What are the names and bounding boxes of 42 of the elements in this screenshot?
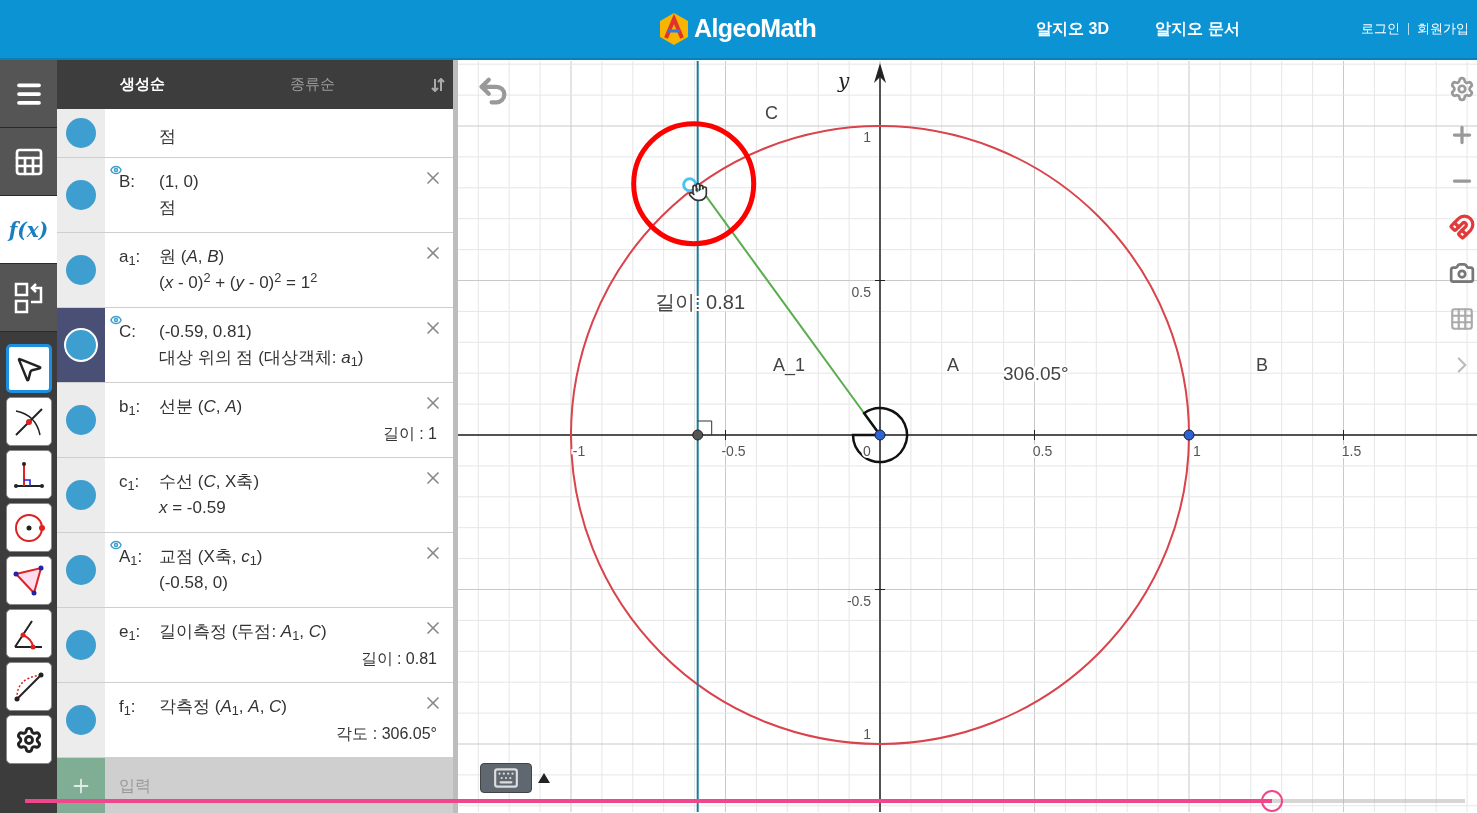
tick-label: 0.5	[1032, 443, 1053, 459]
object-label: C:	[119, 321, 137, 343]
tick-label: -0.5	[846, 592, 871, 609]
tick-label: 1.5	[1341, 443, 1362, 459]
tick-label: 1	[863, 726, 871, 742]
point-label: A_1	[773, 355, 806, 375]
tick-label: 1	[863, 129, 871, 145]
object-value: 길이 : 0.81	[360, 649, 437, 669]
object-label: e$_{1}$:	[119, 621, 142, 644]
object-value: 대상 위의 점 (대상객체: a$_{1}$)	[159, 348, 364, 367]
object-definition: 길이측정 (두점: A$_{1}$, C)	[159, 621, 327, 644]
tick-label: 0	[863, 443, 871, 459]
tick-label: 1	[1193, 443, 1201, 459]
measurement-label: 306.05°	[1003, 363, 1069, 384]
object-label: b$_{1}$:	[119, 396, 142, 419]
object-definition: 선분 (C, A)	[159, 396, 243, 418]
object-label: a$_{1}$:	[119, 246, 142, 269]
object-label: f$_{1}$:	[119, 696, 137, 719]
object-value: (x - 0)$^{2}$ + (y - 0)$^{2}$ = 1$^{2}$	[159, 273, 318, 292]
object-definition: 원 (A, B)	[159, 246, 225, 268]
object-label: B:	[119, 171, 137, 193]
tick-label: -0.5	[721, 443, 746, 459]
object-definition: 수선 (C, X축)	[159, 471, 260, 493]
object-definition: 교점 (X축, c$_{1}$)	[159, 546, 263, 569]
object-value: x = -0.59	[159, 498, 226, 517]
point-label: A	[947, 355, 959, 375]
object-definition: (-0.59, 0.81)	[159, 321, 252, 343]
object-value: 각도 : 306.05°	[336, 724, 437, 744]
object-label: A$_{1}$:	[119, 546, 144, 569]
axis-label: y	[838, 69, 850, 93]
point-label: C	[765, 103, 778, 123]
object-value: 길이 : 1	[382, 424, 437, 444]
object-value: 점	[159, 127, 176, 146]
tick-label: -1	[572, 443, 586, 459]
object-value: 점	[159, 198, 176, 217]
object-value: (-0.58, 0)	[159, 573, 228, 592]
object-definition: (1, 0)	[159, 171, 199, 193]
point-label: B	[1256, 355, 1268, 375]
tick-label: 0.5	[851, 283, 871, 300]
object-label: c$_{1}$:	[119, 471, 141, 494]
object-definition: 각측정 (A$_{1}$, A, C)	[159, 696, 288, 719]
function-label: f(x)	[8, 216, 49, 244]
